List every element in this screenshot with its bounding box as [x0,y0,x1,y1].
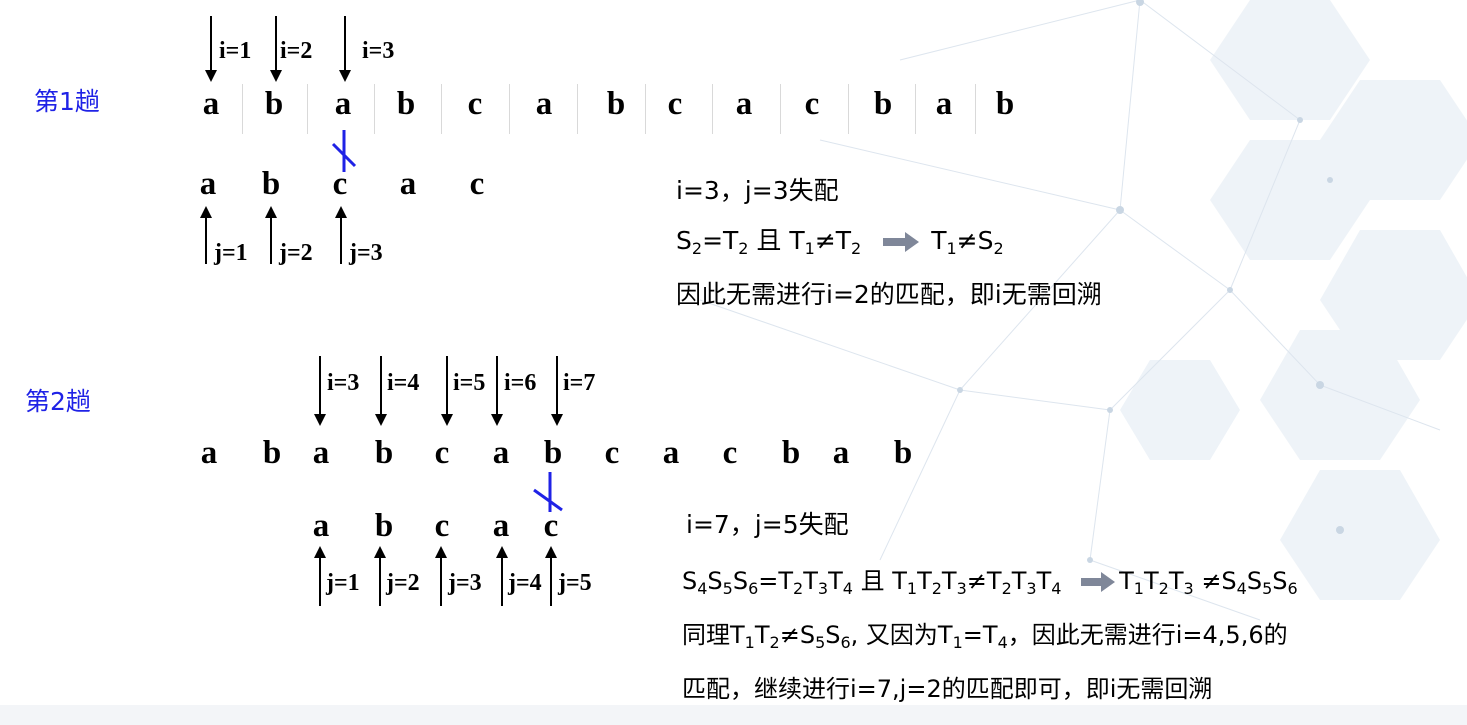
round-1-mismatch-note: i=3，j=3失配 [676,176,839,205]
text-char: b [262,435,282,471]
cell-divider [374,84,375,134]
j-label: j=4 [508,570,542,596]
j-arrow [265,206,277,264]
round-1-label: 第1趟 [34,87,100,116]
text-char: c [722,435,738,471]
j-label: j=2 [279,240,313,266]
j-label: j=3 [448,570,482,596]
i-arrow [205,16,217,82]
cell-divider [848,84,849,134]
pattern-char: c [332,166,348,202]
pattern-char: b [261,166,281,202]
round-1-condition-note: S2=T2 且 T1≠T2 T1≠S2 [676,226,1004,258]
pattern-char: c [543,508,559,544]
text-char: b [995,86,1015,122]
j-label: j=2 [386,570,420,596]
pattern-char: a [312,508,330,544]
text-char: a [334,86,352,122]
j-arrow [496,546,508,606]
j-arrow [545,546,557,606]
pattern-char: c [469,166,485,202]
cell-divider [577,84,578,134]
text-char: b [873,86,893,122]
pattern-char: a [199,166,217,202]
cell-divider [242,84,243,134]
j-label: j=1 [214,240,248,266]
text-char: b [396,86,416,122]
text-char: c [667,86,683,122]
text-char: c [467,86,483,122]
round-2-condition-note: S4S5S6=T2T3T4 且 T1T2T3≠T2T3T4 T1T2T3 ≠S4… [682,567,1298,598]
cell-divider [645,84,646,134]
i-arrow [441,356,453,426]
i-label: i=5 [453,370,486,396]
j-label: j=5 [558,570,592,596]
cell-divider [307,84,308,134]
j-label: j=3 [349,240,383,266]
i-label: i=4 [387,370,420,396]
pattern-char: c [434,508,450,544]
cell-divider [975,84,976,134]
round-2-reason-note: 同理T1T2≠S5S6, 又因为T1=T4，因此无需进行i=4,5,6的 [682,621,1288,652]
i-arrow [491,356,503,426]
text-char: a [832,435,850,471]
text-char: a [200,435,218,471]
j-arrow [374,546,386,606]
implies-arrow-icon [883,232,920,252]
round-2-label: 第2趟 [25,387,91,416]
cell-divider [712,84,713,134]
text-char: b [781,435,801,471]
i-arrow [339,16,351,82]
i-label: i=3 [327,370,360,396]
i-arrow [551,356,563,426]
pattern-char: b [374,508,394,544]
i-label: i=1 [219,38,252,64]
cell-divider [509,84,510,134]
j-label: j=1 [326,570,360,596]
i-arrow [375,356,387,426]
j-arrow [435,546,447,606]
i-label: i=7 [563,370,596,396]
cell-divider [441,84,442,134]
text-char: a [492,435,510,471]
i-label: i=2 [280,38,313,64]
text-char: a [202,86,220,122]
text-char: a [535,86,553,122]
text-char: a [935,86,953,122]
i-label: i=6 [504,370,537,396]
implies-arrow-icon [1081,572,1116,592]
cell-divider [780,84,781,134]
text-char: b [543,435,563,471]
text-char: a [662,435,680,471]
pattern-char: a [492,508,510,544]
text-char: c [434,435,450,471]
round-2-mismatch-note: i=7，j=5失配 [686,510,849,539]
text-char: c [804,86,820,122]
round-2-conclusion-note: 匹配，继续进行i=7,j=2的匹配即可，即i无需回溯 [682,675,1213,703]
text-char: c [604,435,620,471]
text-char: b [264,86,284,122]
i-arrow [314,356,326,426]
text-char: a [735,86,753,122]
j-arrow [200,206,212,264]
cell-divider [915,84,916,134]
text-char: a [312,435,330,471]
j-arrow [335,206,347,264]
text-char: b [374,435,394,471]
i-label: i=3 [362,38,395,64]
text-char: b [893,435,913,471]
j-arrow [314,546,326,606]
text-char: b [606,86,626,122]
pattern-char: a [399,166,417,202]
round-1-conclusion-note: 因此无需进行i=2的匹配，即i无需回溯 [676,280,1102,309]
